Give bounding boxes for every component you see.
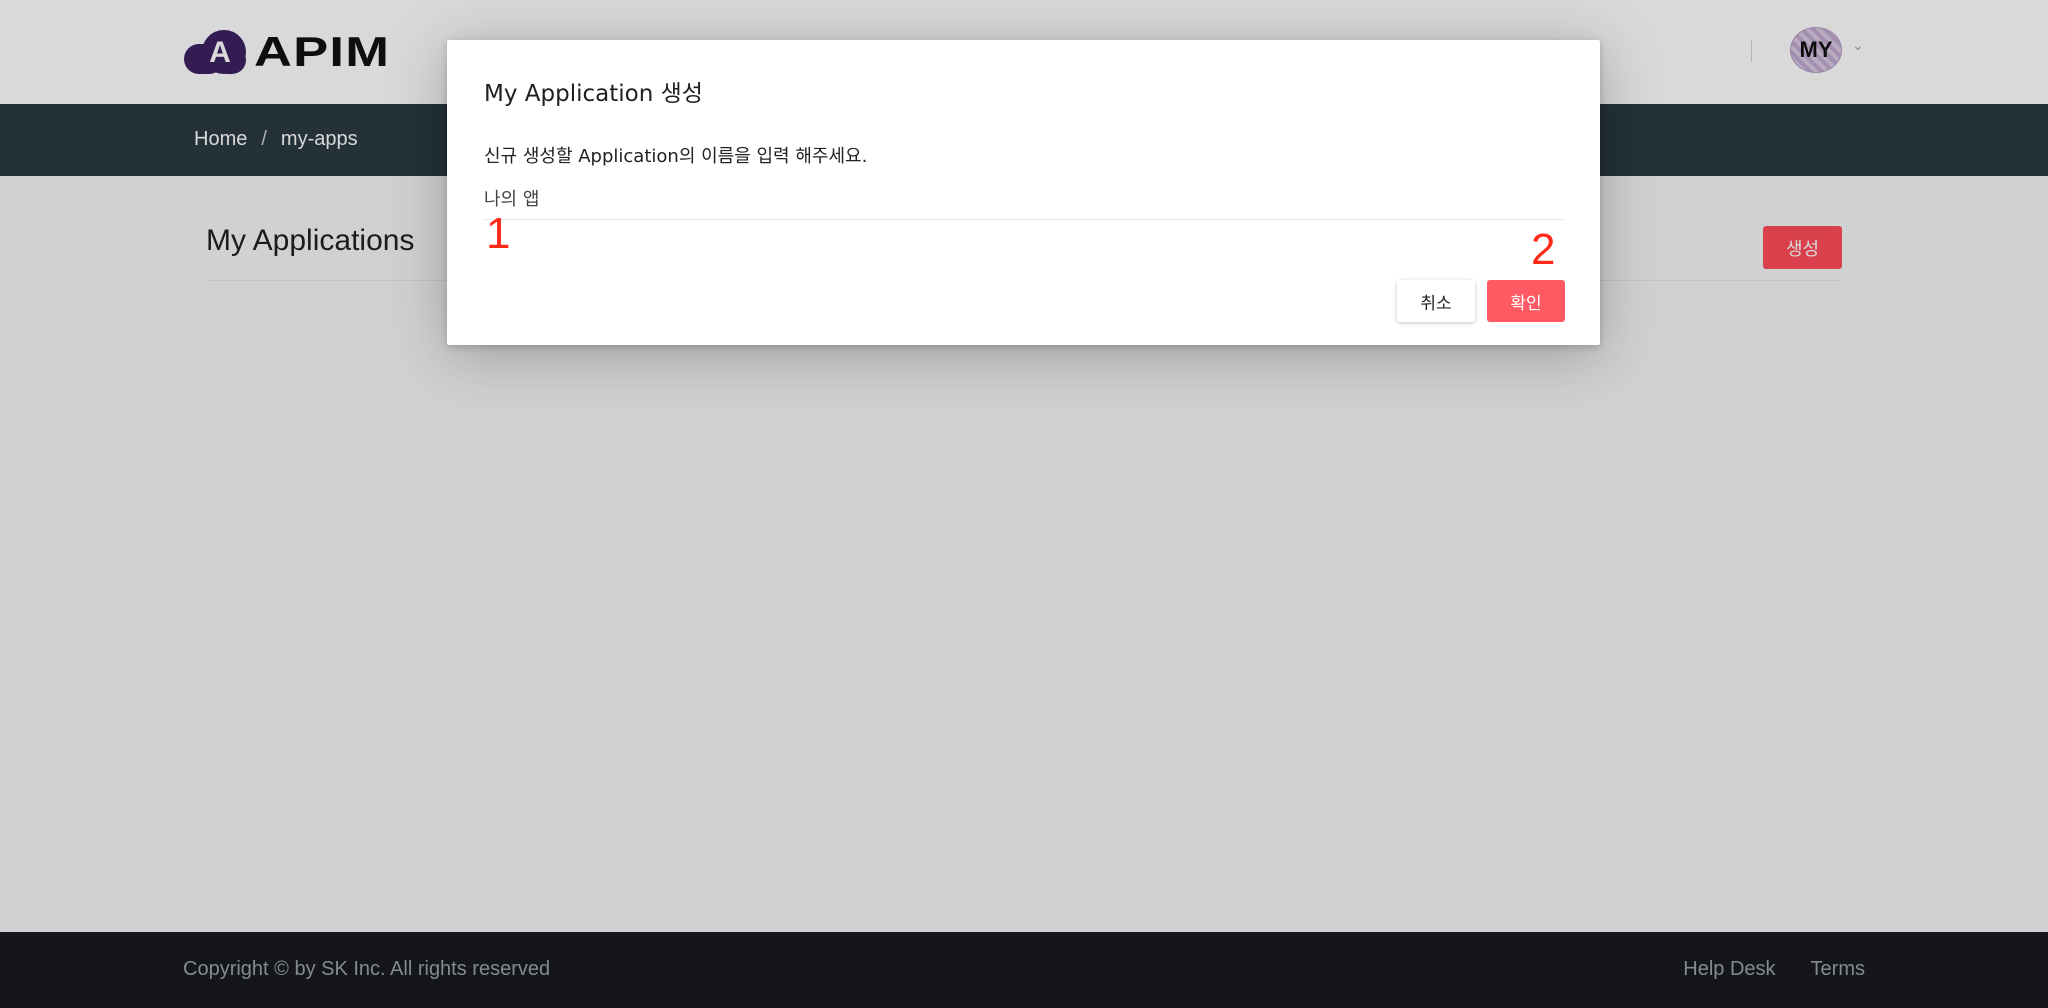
modal-description: 신규 생성할 Application의 이름을 입력 해주세요. [484, 146, 868, 167]
cancel-button[interactable]: 취소 [1397, 280, 1475, 322]
application-name-input[interactable] [484, 176, 1564, 220]
create-application-modal: My Application 생성 신규 생성할 Application의 이름… [447, 40, 1600, 345]
annotation-marker-2: 2 [1531, 225, 1556, 274]
annotation-marker-1: 1 [486, 209, 511, 258]
modal-title: My Application 생성 [484, 81, 703, 107]
confirm-button[interactable]: 확인 [1487, 280, 1565, 322]
